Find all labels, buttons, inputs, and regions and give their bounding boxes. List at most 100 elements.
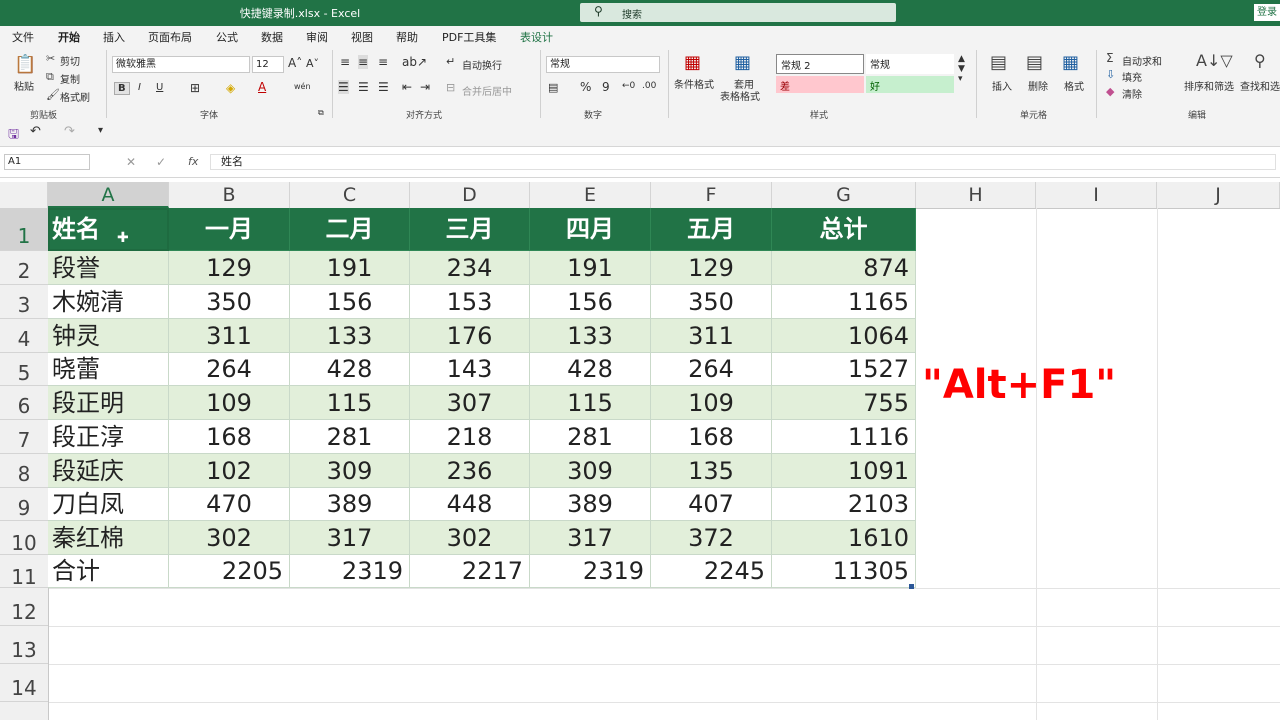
- row-8-feb-cell[interactable]: 309: [290, 454, 410, 488]
- row-5-jan-cell[interactable]: 264: [169, 353, 290, 386]
- number-format-select[interactable]: 常规: [546, 56, 660, 73]
- row-3-feb-cell[interactable]: 156: [290, 285, 410, 319]
- styles-scroll-icon[interactable]: ▲ ▼ ▾: [958, 54, 965, 84]
- column-header-g[interactable]: G: [772, 182, 916, 208]
- row-4-apr-cell[interactable]: 133: [530, 319, 651, 353]
- row-7-apr-cell[interactable]: 281: [530, 420, 651, 454]
- tab-file[interactable]: 文件: [12, 29, 34, 45]
- row-5-apr-cell[interactable]: 428: [530, 353, 651, 386]
- row-header-14[interactable]: 14: [0, 664, 48, 702]
- column-header-f[interactable]: F: [651, 182, 772, 208]
- row-7-name-cell[interactable]: 段正淳: [48, 420, 169, 454]
- table-format-label-2[interactable]: 表格格式: [720, 88, 760, 103]
- dialog-launcher-icon[interactable]: ⧉: [318, 108, 324, 118]
- format-cells-button[interactable]: 格式: [1064, 78, 1084, 93]
- row-2-jan-cell[interactable]: 129: [169, 251, 290, 285]
- merge-center-button[interactable]: 合并后居中: [462, 83, 512, 98]
- phonetic-icon[interactable]: wén: [294, 82, 311, 91]
- align-right-icon[interactable]: ☰: [378, 80, 389, 94]
- align-middle-icon[interactable]: ≡: [358, 55, 369, 69]
- increase-decimal-icon[interactable]: ←0: [622, 81, 635, 91]
- row-header-6[interactable]: 6: [0, 386, 48, 420]
- undo-icon[interactable]: ↶: [30, 124, 41, 139]
- underline-icon[interactable]: U: [156, 82, 163, 93]
- tab-review[interactable]: 审阅: [306, 29, 328, 45]
- row-6-total-cell[interactable]: 755: [772, 386, 916, 420]
- tab-formulas[interactable]: 公式: [216, 29, 238, 45]
- find-select-button[interactable]: 查找和选: [1240, 78, 1280, 93]
- autosum-button[interactable]: 自动求和: [1122, 53, 1162, 68]
- column-header-j[interactable]: J: [1157, 182, 1280, 208]
- row-10-name-cell[interactable]: 秦红棉: [48, 521, 169, 555]
- total-row-feb-cell[interactable]: 2319: [290, 555, 410, 588]
- percent-icon[interactable]: %: [580, 80, 591, 94]
- align-top-icon[interactable]: ≡: [340, 55, 350, 69]
- row-7-feb-cell[interactable]: 281: [290, 420, 410, 454]
- column-header-i[interactable]: I: [1036, 182, 1157, 208]
- conditional-format-button[interactable]: 条件格式: [674, 76, 714, 91]
- tab-page-layout[interactable]: 页面布局: [148, 29, 192, 45]
- font-color-icon[interactable]: A: [258, 80, 266, 94]
- row-10-jan-cell[interactable]: 302: [169, 521, 290, 555]
- row-10-may-cell[interactable]: 372: [651, 521, 772, 555]
- row-header-10[interactable]: 10: [0, 521, 48, 555]
- insert-cells-button[interactable]: 插入: [992, 78, 1012, 93]
- row-3-mar-cell[interactable]: 153: [410, 285, 530, 319]
- tab-pdf-tools[interactable]: PDF工具集: [442, 29, 496, 45]
- border-icon[interactable]: ⊞: [190, 81, 200, 95]
- row-2-feb-cell[interactable]: 191: [290, 251, 410, 285]
- header-apr-cell[interactable]: 四月: [530, 208, 651, 251]
- row-9-may-cell[interactable]: 407: [651, 488, 772, 521]
- delete-cells-button[interactable]: 删除: [1028, 78, 1048, 93]
- decrease-indent-icon[interactable]: ⇤: [402, 80, 412, 94]
- font-name-select[interactable]: 微软雅黑: [112, 56, 250, 73]
- row-8-mar-cell[interactable]: 236: [410, 454, 530, 488]
- sort-filter-button[interactable]: 排序和筛选: [1184, 78, 1234, 93]
- header-total-cell[interactable]: 总计: [772, 208, 916, 251]
- wrap-text-button[interactable]: 自动换行: [462, 57, 502, 72]
- grow-font-icon[interactable]: A˄: [288, 56, 302, 70]
- copy-button[interactable]: 复制: [60, 71, 80, 86]
- row-4-feb-cell[interactable]: 133: [290, 319, 410, 353]
- row-5-name-cell[interactable]: 晓蕾: [48, 353, 169, 386]
- row-header-11[interactable]: 11: [0, 555, 48, 589]
- row-5-may-cell[interactable]: 264: [651, 353, 772, 386]
- total-row-mar-cell[interactable]: 2217: [410, 555, 530, 588]
- row-2-may-cell[interactable]: 129: [651, 251, 772, 285]
- row-7-jan-cell[interactable]: 168: [169, 420, 290, 454]
- row-9-feb-cell[interactable]: 389: [290, 488, 410, 521]
- save-icon[interactable]: 🖫: [8, 125, 19, 147]
- row-8-jan-cell[interactable]: 102: [169, 454, 290, 488]
- row-9-total-cell[interactable]: 2103: [772, 488, 916, 521]
- row-2-total-cell[interactable]: 874: [772, 251, 916, 285]
- orientation-icon[interactable]: ab↗: [402, 55, 427, 69]
- row-7-total-cell[interactable]: 1116: [772, 420, 916, 454]
- name-box[interactable]: A1: [4, 154, 90, 170]
- row-8-total-cell[interactable]: 1091: [772, 454, 916, 488]
- row-9-jan-cell[interactable]: 470: [169, 488, 290, 521]
- font-size-select[interactable]: 12: [252, 56, 284, 73]
- row-header-12[interactable]: 12: [0, 588, 48, 626]
- row-6-may-cell[interactable]: 109: [651, 386, 772, 420]
- table-resize-handle[interactable]: [909, 584, 914, 589]
- search-box[interactable]: ⚲ 搜索: [580, 3, 896, 22]
- row-5-total-cell[interactable]: 1527: [772, 353, 916, 386]
- row-4-total-cell[interactable]: 1064: [772, 319, 916, 353]
- italic-icon[interactable]: I: [138, 82, 141, 93]
- column-header-d[interactable]: D: [410, 182, 530, 208]
- row-6-name-cell[interactable]: 段正明: [48, 386, 169, 420]
- row-7-may-cell[interactable]: 168: [651, 420, 772, 454]
- shrink-font-icon[interactable]: A˅: [306, 57, 319, 70]
- style-bad[interactable]: 差: [776, 76, 864, 93]
- insert-function-icon[interactable]: fx: [188, 155, 198, 168]
- style-normal-2[interactable]: 常规 2: [776, 54, 864, 74]
- paste-icon[interactable]: 📋: [14, 54, 36, 75]
- row-3-total-cell[interactable]: 1165: [772, 285, 916, 319]
- row-5-mar-cell[interactable]: 143: [410, 353, 530, 386]
- clear-button[interactable]: 清除: [1122, 86, 1142, 101]
- total-row-apr-cell[interactable]: 2319: [530, 555, 651, 588]
- column-header-b[interactable]: B: [169, 182, 290, 208]
- style-good[interactable]: 好: [866, 76, 954, 93]
- bold-icon[interactable]: B: [114, 82, 130, 95]
- row-header-1[interactable]: 1: [0, 208, 48, 251]
